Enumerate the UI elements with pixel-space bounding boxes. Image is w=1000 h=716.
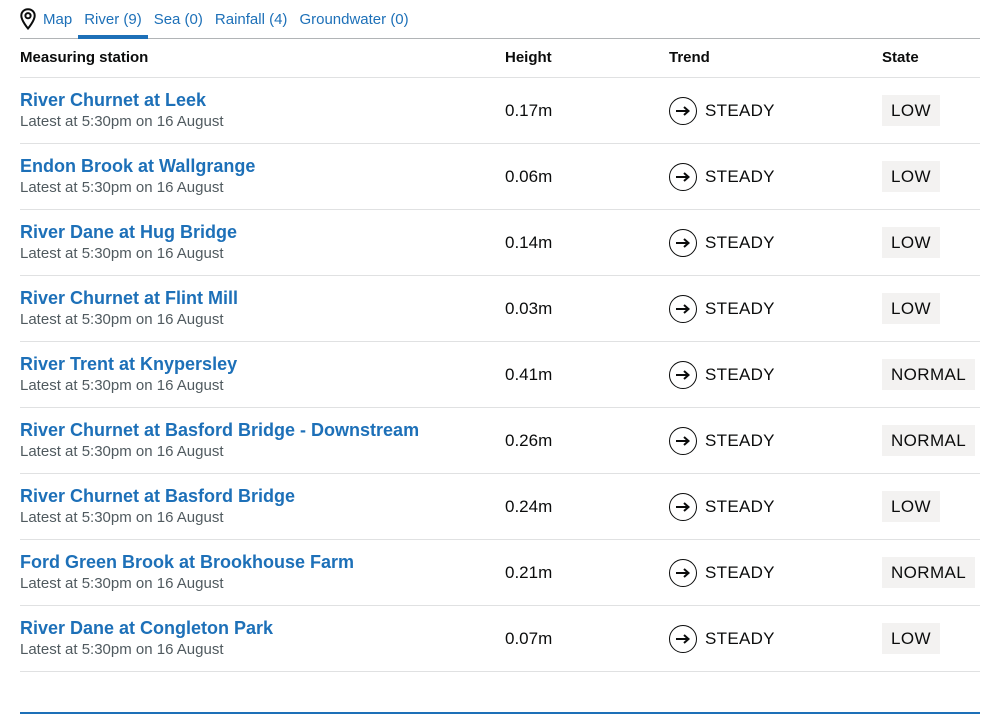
arrow-right-icon bbox=[669, 228, 697, 257]
latest-reading-time: Latest at 5:30pm on 16 August bbox=[20, 376, 224, 394]
station-link[interactable]: River Churnet at Basford Bridge bbox=[20, 485, 505, 507]
header-height: Height bbox=[505, 38, 669, 78]
table-row: River Churnet at Leek Latest at 5:30pm on… bbox=[20, 77, 980, 144]
height-value: 0.41m bbox=[505, 364, 553, 384]
header-trend: Trend bbox=[669, 38, 882, 78]
tab-map-label: Map bbox=[43, 10, 73, 28]
trend-value: STEADY bbox=[705, 496, 775, 516]
latest-reading-time: Latest at 5:30pm on 16 August bbox=[20, 112, 224, 130]
height-value: 0.06m bbox=[505, 166, 553, 186]
arrow-right-icon bbox=[669, 426, 697, 455]
table-row: River Churnet at Basford Bridge Latest at… bbox=[20, 473, 980, 540]
tab-map[interactable]: Map bbox=[20, 0, 78, 38]
table-row: River Churnet at Basford Bridge - Downst… bbox=[20, 407, 980, 474]
arrow-right-icon bbox=[669, 492, 697, 521]
state-badge: LOW bbox=[882, 161, 940, 192]
state-badge: NORMAL bbox=[882, 425, 976, 456]
map-pin-icon bbox=[20, 8, 36, 30]
table-row: River Dane at Hug Bridge Latest at 5:30pm… bbox=[20, 209, 980, 276]
station-link[interactable]: River Churnet at Flint Mill bbox=[20, 287, 505, 309]
trend-value: STEADY bbox=[705, 430, 775, 450]
table-body: River Churnet at Leek Latest at 5:30pm on… bbox=[20, 77, 980, 672]
height-value: 0.03m bbox=[505, 298, 553, 318]
latest-reading-time: Latest at 5:30pm on 16 August bbox=[20, 244, 224, 262]
state-badge: LOW bbox=[882, 491, 940, 522]
table-row: Endon Brook at Wallgrange Latest at 5:30p… bbox=[20, 143, 980, 210]
tab-sea[interactable]: Sea (0) bbox=[148, 0, 209, 38]
arrow-right-icon bbox=[669, 96, 697, 125]
arrow-right-icon bbox=[669, 360, 697, 389]
tab-rainfall-label: Rainfall (4) bbox=[214, 10, 288, 28]
tab-bar: Map River (9) Sea (0) Rainfall (4) Groun… bbox=[20, 0, 980, 39]
table-row: River Dane at Congleton Park Latest at 5:… bbox=[20, 605, 980, 672]
latest-reading-time: Latest at 5:30pm on 16 August bbox=[20, 574, 224, 592]
tab-river-label: River (9) bbox=[84, 11, 142, 28]
station-link[interactable]: Endon Brook at Wallgrange bbox=[20, 155, 505, 177]
state-badge: NORMAL bbox=[882, 557, 976, 588]
station-link[interactable]: Ford Green Brook at Brookhouse Farm bbox=[20, 551, 505, 573]
latest-reading-time: Latest at 5:30pm on 16 August bbox=[20, 508, 224, 526]
state-badge: LOW bbox=[882, 623, 940, 654]
trend-value: STEADY bbox=[705, 166, 775, 186]
trend-value: STEADY bbox=[705, 100, 775, 120]
table-row: River Churnet at Flint Mill Latest at 5:3… bbox=[20, 275, 980, 342]
trend-value: STEADY bbox=[705, 364, 775, 384]
tab-rainfall[interactable]: Rainfall (4) bbox=[209, 0, 294, 38]
tab-sea-label: Sea (0) bbox=[153, 10, 203, 28]
latest-reading-time: Latest at 5:30pm on 16 August bbox=[20, 640, 224, 658]
latest-reading-time: Latest at 5:30pm on 16 August bbox=[20, 310, 224, 328]
footer-divider bbox=[20, 712, 980, 714]
height-value: 0.14m bbox=[505, 232, 553, 252]
latest-reading-time: Latest at 5:30pm on 16 August bbox=[20, 442, 224, 460]
height-value: 0.26m bbox=[505, 430, 553, 450]
height-value: 0.07m bbox=[505, 628, 553, 648]
tab-groundwater-label: Groundwater (0) bbox=[299, 10, 409, 28]
arrow-right-icon bbox=[669, 558, 697, 587]
table-row: River Trent at Knypersley Latest at 5:30p… bbox=[20, 341, 980, 408]
trend-value: STEADY bbox=[705, 562, 775, 582]
station-link[interactable]: River Dane at Hug Bridge bbox=[20, 221, 505, 243]
arrow-right-icon bbox=[669, 294, 697, 323]
station-link[interactable]: River Churnet at Leek bbox=[20, 89, 505, 111]
table-row: Ford Green Brook at Brookhouse Farm Lates… bbox=[20, 539, 980, 606]
state-badge: LOW bbox=[882, 293, 940, 324]
latest-reading-time: Latest at 5:30pm on 16 August bbox=[20, 178, 224, 196]
header-state: State bbox=[882, 38, 980, 78]
station-link[interactable]: River Trent at Knypersley bbox=[20, 353, 505, 375]
tab-groundwater[interactable]: Groundwater (0) bbox=[293, 0, 414, 38]
trend-value: STEADY bbox=[705, 298, 775, 318]
height-value: 0.21m bbox=[505, 562, 553, 582]
height-value: 0.24m bbox=[505, 496, 553, 516]
stations-table: Measuring station Height Trend State Riv… bbox=[20, 38, 980, 672]
arrow-right-icon bbox=[669, 624, 697, 653]
header-station: Measuring station bbox=[20, 38, 505, 78]
trend-value: STEADY bbox=[705, 628, 775, 648]
arrow-right-icon bbox=[669, 162, 697, 191]
river-levels-page: Map River (9) Sea (0) Rainfall (4) Groun… bbox=[0, 0, 1000, 716]
trend-value: STEADY bbox=[705, 232, 775, 252]
state-badge: NORMAL bbox=[882, 359, 976, 390]
station-link[interactable]: River Churnet at Basford Bridge - Downst… bbox=[20, 419, 505, 441]
state-badge: LOW bbox=[882, 95, 940, 126]
station-link[interactable]: River Dane at Congleton Park bbox=[20, 617, 505, 639]
state-badge: LOW bbox=[882, 227, 940, 258]
table-header-row: Measuring station Height Trend State bbox=[20, 38, 980, 78]
height-value: 0.17m bbox=[505, 100, 553, 120]
tab-river[interactable]: River (9) bbox=[78, 0, 148, 39]
